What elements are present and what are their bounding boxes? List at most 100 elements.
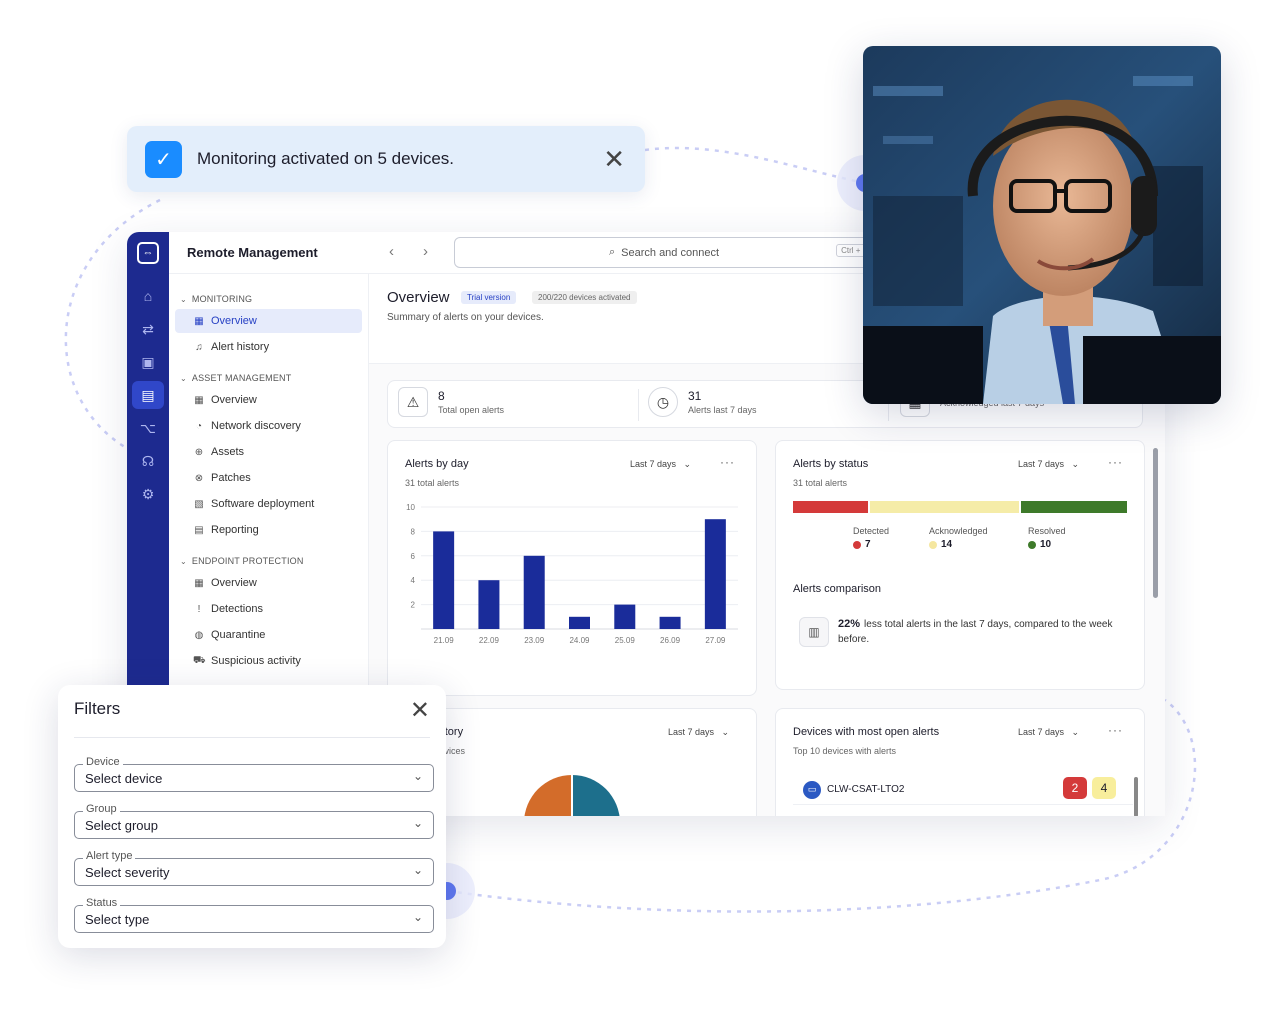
page-subtitle: Summary of alerts on your devices.	[387, 312, 544, 323]
sidebar-section-asset-management[interactable]: ⌄ ASSET MANAGEMENT	[180, 369, 368, 387]
device-name: CLW-CSAT-LTO2	[827, 784, 905, 795]
bar-25.09	[614, 604, 636, 629]
x-tick-label: 23.09	[524, 636, 545, 645]
comparison-pct: 22%	[838, 618, 861, 630]
grid-icon: ▦	[194, 315, 204, 327]
sidebar-item-label: Suspicious activity	[211, 655, 301, 667]
sidebar-item-overview[interactable]: ▦ Overview	[175, 309, 362, 333]
alert-type-select[interactable]: Alert type Select severity ⌄	[74, 850, 434, 886]
patch-icon: ⊗	[194, 472, 204, 484]
flow-icon[interactable]: ⌥	[132, 414, 164, 442]
range-label: Last 7 days	[1018, 459, 1065, 469]
sidebar-item-patches[interactable]: ⊗ Patches	[175, 466, 362, 490]
sidebar-item-label: Network discovery	[211, 420, 301, 432]
close-icon[interactable]: ✕	[603, 146, 625, 172]
toast-message: Monitoring activated on 5 devices.	[197, 149, 455, 168]
pie-slice-teal	[572, 775, 620, 816]
sidebar-item-label: Overview	[211, 315, 257, 327]
bar-22.09	[478, 580, 500, 629]
quarantine-icon: ◍	[194, 629, 204, 641]
app-title: Remote Management	[187, 245, 318, 260]
more-icon[interactable]: ···	[1108, 455, 1123, 469]
y-tick-label: 8	[411, 527, 416, 536]
headset-icon[interactable]: ☊	[132, 447, 164, 475]
legend-value: 14	[941, 539, 953, 550]
scrollbar[interactable]	[1134, 777, 1138, 816]
legend-acknowledged: Acknowledged 14	[929, 526, 988, 550]
status-segment-resolved	[1020, 501, 1127, 513]
settings-icon[interactable]: ⚙	[132, 480, 164, 508]
sidebar-item-label: Overview	[211, 394, 257, 406]
bar-23.09	[523, 555, 545, 629]
support-agent-illustration	[863, 46, 1221, 404]
warning-count-badge: 4	[1092, 777, 1116, 799]
filters-title: Filters	[74, 699, 121, 718]
status-segment-acknowledged	[869, 501, 1019, 513]
bar-21.09	[433, 531, 455, 629]
page-title: Overview	[387, 289, 450, 306]
monitoring-toast: ✓ Monitoring activated on 5 devices. ✕	[127, 126, 645, 192]
sidebar-item-detections[interactable]: ! Detections	[175, 597, 362, 621]
home-icon[interactable]: ⌂	[132, 282, 164, 310]
range-select[interactable]: Last 7 days ⌄	[1018, 459, 1079, 470]
bell-icon: ♫	[195, 341, 203, 353]
sidebar-section-monitoring[interactable]: ⌄ MONITORING	[180, 290, 368, 308]
device-select[interactable]: Device Select device ⌄	[74, 756, 434, 792]
report-icon: ▤	[194, 524, 204, 536]
critical-count-badge: 2	[1063, 777, 1087, 799]
sidebar-item-asset-overview[interactable]: ▦ Overview	[175, 388, 362, 412]
field-label: Device	[83, 756, 123, 768]
warning-icon: ⚠	[398, 387, 428, 417]
sidebar-item-quarantine[interactable]: ◍ Quarantine	[175, 623, 362, 647]
back-arrow-icon[interactable]: ‹	[389, 243, 394, 260]
alerts-by-day-card: Alerts by day 31 total alerts Last 7 day…	[387, 440, 757, 696]
card-subtitle: Top 10 devices with alerts	[793, 746, 897, 756]
field-value: Select type	[85, 912, 150, 927]
group-select[interactable]: Group Select group ⌄	[74, 803, 434, 839]
monitor-icon: ▭	[803, 780, 821, 799]
field-value: Select device	[85, 771, 163, 786]
devices-icon[interactable]: ▣	[132, 348, 164, 376]
grid-icon: ▦	[194, 394, 204, 406]
sidebar-item-reporting[interactable]: ▤ Reporting	[175, 518, 362, 542]
monitoring-icon[interactable]: ▤	[132, 381, 164, 409]
sidebar-item-alert-history[interactable]: ♫ Alert history	[175, 335, 362, 359]
sidebar-item-suspicious-activity[interactable]: ⛟ Suspicious activity	[175, 649, 362, 673]
forward-arrow-icon[interactable]: ›	[423, 243, 428, 260]
dot-icon	[1028, 540, 1036, 549]
sidebar-item-label: Overview	[211, 577, 257, 589]
sidebar-item-network-discovery[interactable]: ◔ Network discovery	[175, 414, 362, 438]
sidebar-item-assets[interactable]: ⊕ Assets	[175, 440, 362, 464]
devices-activated-badge: 200/220 devices activated	[532, 291, 637, 304]
range-select[interactable]: Last 7 days ⌄	[630, 459, 691, 470]
section-label: MONITORING	[191, 294, 253, 304]
chevron-down-icon: ⌄	[683, 459, 692, 469]
status-select[interactable]: Status Select type ⌄	[74, 897, 434, 933]
field-value: Select severity	[85, 865, 170, 880]
transfer-icon[interactable]: ⇄	[132, 315, 164, 343]
sidebar-item-software-deployment[interactable]: ▧ Software deployment	[175, 492, 362, 516]
sidebar-item-endpoint-overview[interactable]: ▦ Overview	[175, 571, 362, 595]
alerts-by-day-chart: 2 4 6 8 10 21.09 22.09 23.09 24.09 25.09 26.09 27.0…	[406, 503, 738, 645]
legend-label: Detected	[853, 526, 890, 536]
range-select[interactable]: Last 7 days ⌄	[1018, 727, 1079, 738]
search-input[interactable]: ⌕ Search and connect Ctrl + K	[454, 237, 874, 268]
device-row[interactable]: ▭ CLW-CSAT-LTO2 2 4	[793, 775, 1133, 805]
y-tick-label: 4	[411, 576, 416, 585]
chevron-down-icon: ⌄	[180, 556, 187, 566]
range-select[interactable]: Last 7 days ⌄	[668, 727, 729, 738]
bar-26.09	[659, 616, 681, 629]
field-label: Alert type	[83, 850, 136, 862]
close-icon[interactable]: ✕	[410, 696, 430, 725]
y-tick-label: 10	[406, 503, 415, 512]
more-icon[interactable]: ···	[720, 455, 735, 469]
y-tick-label: 2	[411, 601, 416, 610]
chevron-down-icon: ⌄	[412, 910, 423, 924]
alert-history-pie	[524, 775, 620, 816]
sidebar-section-endpoint-protection[interactable]: ⌄ ENDPOINT PROTECTION	[180, 552, 368, 570]
card-subtitle: 31 total alerts	[793, 478, 848, 488]
legend-detected: Detected 7	[853, 526, 889, 550]
more-icon[interactable]: ···	[1108, 723, 1123, 737]
filters-panel: Filters ✕ Device Select device ⌄ Group S…	[58, 685, 446, 948]
content-scrollbar[interactable]	[1153, 448, 1158, 598]
